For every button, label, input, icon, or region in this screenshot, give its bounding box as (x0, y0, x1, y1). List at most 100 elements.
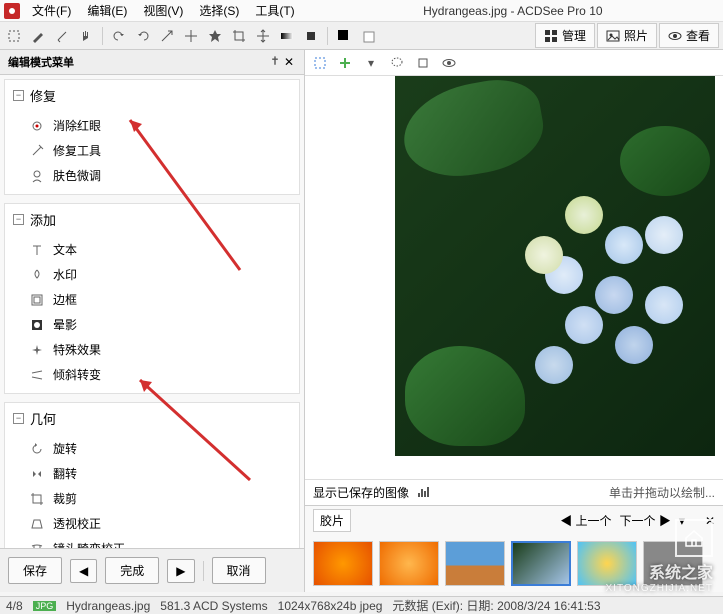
tab-photo[interactable]: 照片 (597, 23, 657, 48)
tab-view[interactable]: 查看 (659, 23, 719, 48)
filmstrip-prev[interactable]: ◀ 上一个 (560, 512, 611, 529)
color-swatch-fg[interactable] (334, 26, 354, 46)
group-geometry: − 几何 旋转 翻转 裁剪 透视校正 镜头畸变校正 调整大小 (4, 402, 300, 548)
item-label: 旋转 (53, 440, 77, 457)
filmstrip-dropdown-icon[interactable]: ▾ (679, 514, 685, 528)
item-label: 肤色微调 (53, 167, 101, 184)
status-type: JPG (33, 601, 57, 611)
close-icon[interactable]: ✕ (282, 55, 296, 69)
group-header[interactable]: − 添加 (5, 204, 299, 235)
menu-edit[interactable]: 编辑(E) (83, 0, 131, 21)
tool-gradient-icon[interactable] (277, 26, 297, 46)
tab-label: 照片 (624, 27, 648, 44)
save-button[interactable]: 保存 (8, 557, 62, 584)
tool-undo-icon[interactable] (109, 26, 129, 46)
tool-square-icon[interactable] (301, 26, 321, 46)
tool-crop-icon[interactable] (229, 26, 249, 46)
saved-label[interactable]: 显示已保存的图像 (313, 484, 409, 501)
group-label: 添加 (30, 210, 56, 229)
separator (327, 27, 328, 45)
item-vignette[interactable]: 晕影 (5, 312, 299, 337)
menu-view[interactable]: 视图(V) (139, 0, 187, 21)
thumbnail[interactable] (577, 541, 637, 586)
filmstrip-label[interactable]: 胶片 (313, 509, 351, 532)
item-repair-tool[interactable]: 修复工具 (5, 138, 299, 163)
tool-select-icon[interactable] (4, 26, 24, 46)
separator (102, 27, 103, 45)
item-label: 特殊效果 (53, 341, 101, 358)
cancel-button[interactable]: 取消 (212, 557, 266, 584)
filmstrip-next[interactable]: 下一个 ▶ (620, 512, 671, 529)
redeye-icon (29, 118, 45, 134)
item-flip[interactable]: 翻转 (5, 461, 299, 486)
item-label: 倾斜转变 (53, 366, 101, 383)
done-button[interactable]: 完成 (105, 557, 159, 584)
tool-redo-icon[interactable] (133, 26, 153, 46)
tool-pen-icon[interactable] (52, 26, 72, 46)
item-border[interactable]: 边框 (5, 287, 299, 312)
item-label: 裁剪 (53, 490, 77, 507)
selection-rect-icon[interactable] (311, 54, 329, 72)
pin-icon[interactable] (268, 55, 282, 69)
item-remove-redeye[interactable]: 消除红眼 (5, 113, 299, 138)
thumbnail[interactable] (313, 541, 373, 586)
tool-arrow-icon[interactable] (157, 26, 177, 46)
flip-icon (29, 466, 45, 482)
menu-select[interactable]: 选择(S) (195, 0, 243, 21)
item-crop[interactable]: 裁剪 (5, 486, 299, 511)
color-swatch-bg[interactable] (358, 26, 378, 46)
thumbnail[interactable] (643, 541, 703, 586)
preview-image (395, 76, 715, 456)
thumbnail[interactable] (379, 541, 439, 586)
filmstrip: 胶片 ◀ 上一个 下一个 ▶ ▾ ✕ (305, 505, 723, 592)
tool-star-icon[interactable] (205, 26, 225, 46)
next-button[interactable]: ▶ (167, 559, 194, 583)
repair-icon (29, 143, 45, 159)
separator (203, 561, 204, 581)
item-lens-correction[interactable]: 镜头畸变校正 (5, 536, 299, 548)
item-effects[interactable]: 特殊效果 (5, 337, 299, 362)
tool-move-icon[interactable] (253, 26, 273, 46)
eye-toggle-icon[interactable] (439, 53, 459, 73)
thumbnail-selected[interactable] (511, 541, 571, 586)
lens-icon (29, 541, 45, 549)
item-text[interactable]: 文本 (5, 237, 299, 262)
collapse-icon[interactable]: − (13, 90, 24, 101)
border-icon (29, 292, 45, 308)
item-label: 翻转 (53, 465, 77, 482)
tool-brush-icon[interactable] (28, 26, 48, 46)
app-logo (4, 3, 20, 19)
item-label: 晕影 (53, 316, 77, 333)
histogram-icon[interactable] (417, 485, 433, 500)
item-label: 水印 (53, 266, 77, 283)
item-tiltshift[interactable]: 倾斜转变 (5, 362, 299, 387)
item-rotate[interactable]: 旋转 (5, 436, 299, 461)
item-watermark[interactable]: 水印 (5, 262, 299, 287)
menu-tools[interactable]: 工具(T) (251, 0, 298, 21)
filmstrip-close-icon[interactable]: ✕ (705, 514, 715, 528)
skin-icon (29, 168, 45, 184)
selection-tool-icon[interactable] (413, 53, 433, 73)
collapse-icon[interactable]: − (13, 214, 24, 225)
group-header[interactable]: − 几何 (5, 403, 299, 434)
thumbnail[interactable] (445, 541, 505, 586)
eye-icon (668, 29, 682, 43)
dropdown-icon[interactable]: ▾ (361, 53, 381, 73)
collapse-icon[interactable]: − (13, 413, 24, 424)
menu-file[interactable]: 文件(F) (28, 0, 75, 21)
item-skin-tune[interactable]: 肤色微调 (5, 163, 299, 188)
item-perspective[interactable]: 透视校正 (5, 511, 299, 536)
canvas[interactable] (305, 76, 723, 479)
vignette-icon (29, 317, 45, 333)
tool-crosshair-icon[interactable] (181, 26, 201, 46)
tool-hand-icon[interactable] (76, 26, 96, 46)
prev-button[interactable]: ◀ (70, 559, 97, 583)
item-label: 文本 (53, 241, 77, 258)
lasso-icon[interactable] (387, 53, 407, 73)
add-icon[interactable] (335, 53, 355, 73)
canvas-hint: 单击并拖动以绘制... (609, 484, 715, 501)
crop-icon (29, 491, 45, 507)
group-header[interactable]: − 修复 (5, 80, 299, 111)
watermark-icon (29, 267, 45, 283)
tab-manage[interactable]: 管理 (535, 23, 595, 48)
